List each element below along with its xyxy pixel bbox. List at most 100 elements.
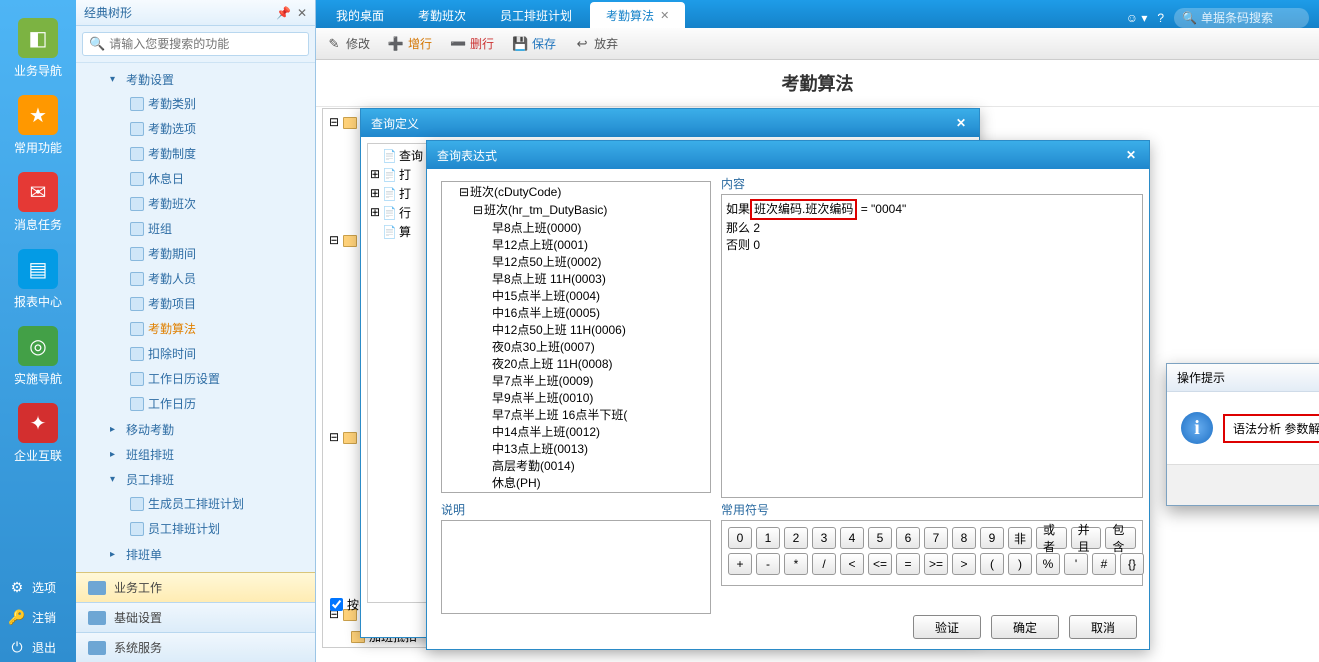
qd-label[interactable]: 查询 (399, 147, 423, 164)
top-search[interactable]: 🔍 (1174, 8, 1309, 28)
smile-icon[interactable]: ☺ ▾ (1126, 11, 1148, 25)
tree-label[interactable]: 班次(hr_tm_DutyBasic) (484, 203, 607, 217)
symbol-button[interactable]: ( (980, 553, 1004, 575)
symbol-button[interactable]: 0 (728, 527, 752, 549)
checkbox-input[interactable] (330, 598, 343, 611)
tree-leaf[interactable]: 考勤选项 (82, 117, 309, 140)
symbol-button[interactable]: 4 (840, 527, 864, 549)
tree-leaf[interactable]: 早8点上班(0000) (444, 220, 708, 237)
rail-biz-nav[interactable]: ◧业务导航 (3, 10, 73, 87)
tree-leaf[interactable]: 考勤制度 (82, 142, 309, 165)
tree-leaf[interactable]: 考勤类别 (82, 92, 309, 115)
tree-leaf[interactable]: 早12点50上班(0002) (444, 254, 708, 271)
symbol-button[interactable]: 3 (812, 527, 836, 549)
tree-bottom-biz[interactable]: 业务工作 (76, 572, 315, 602)
discard-button[interactable]: ↩放弃 (574, 35, 618, 52)
tree-leaf[interactable]: 休息日 (82, 167, 309, 190)
symbol-button[interactable]: 9 (980, 527, 1004, 549)
tree-leaf[interactable]: 早12点上班(0001) (444, 237, 708, 254)
tree-leaf[interactable]: 考勤班次 (82, 192, 309, 215)
tree-leaf[interactable]: 考勤期间 (82, 242, 309, 265)
dialog-titlebar[interactable]: 查询表达式 ✕ (427, 141, 1149, 169)
tree-leaf[interactable]: 中16点半上班(0005) (444, 305, 708, 322)
tree-node-bzpb[interactable]: ▸班组排班 (82, 443, 309, 466)
tree-leaf[interactable]: 夜20点上班 11H(0008) (444, 356, 708, 373)
tree-leaf[interactable]: 夜0点30上班(0007) (444, 339, 708, 356)
tree-node-mobile[interactable]: ▸移动考勤 (82, 418, 309, 441)
tree-leaf[interactable]: 考勤项目 (82, 292, 309, 315)
tree-leaf[interactable]: 工作日历 (82, 392, 309, 415)
top-search-input[interactable] (1201, 11, 1301, 25)
rail-ent[interactable]: ✦企业互联 (3, 395, 73, 472)
symbol-button[interactable]: 6 (896, 527, 920, 549)
tree-node-pbd[interactable]: ▸排班单 (82, 543, 309, 566)
rail-options[interactable]: ⚙选项 (0, 572, 76, 602)
tab-desktop[interactable]: 我的桌面 (320, 2, 400, 28)
symbol-button[interactable]: 非 (1008, 527, 1032, 549)
tree-leaf[interactable]: 扣除时间 (82, 342, 309, 365)
tree-leaf[interactable]: 高层考勤(0014) (444, 458, 708, 475)
cancel-button[interactable]: 取消 (1069, 615, 1137, 639)
qd-label[interactable]: 行 (399, 204, 411, 221)
tree-leaf[interactable]: 中13点上班(0013) (444, 441, 708, 458)
tree-node-ygpb[interactable]: ▾员工排班 (82, 468, 309, 491)
close-icon[interactable]: ✕ (1123, 147, 1139, 163)
ok-button[interactable]: 确定 (991, 615, 1059, 639)
tree-leaf[interactable]: 中12点50上班 11H(0006) (444, 322, 708, 339)
rail-logout[interactable]: 🔑注销 (0, 602, 76, 632)
tree-leaf[interactable]: 早8点上班 11H(0003) (444, 271, 708, 288)
expr-tree[interactable]: ⊟班次(cDutyCode) ⊟班次(hr_tm_DutyBasic) 早8点上… (441, 181, 711, 493)
symbol-button[interactable]: - (756, 553, 780, 575)
symbol-button[interactable]: 7 (924, 527, 948, 549)
symbol-button[interactable]: 8 (952, 527, 976, 549)
symbol-button[interactable]: <= (868, 553, 892, 575)
symbol-button[interactable]: < (840, 553, 864, 575)
symbol-button[interactable]: > (952, 553, 976, 575)
rail-exit[interactable]: ⏻退出 (0, 632, 76, 662)
search-box[interactable]: 🔍 (82, 32, 309, 56)
verify-button[interactable]: 验证 (913, 615, 981, 639)
symbol-button[interactable]: ) (1008, 553, 1032, 575)
tree-leaf[interactable]: 早7点半上班 16点半下班( (444, 407, 708, 424)
symbol-button[interactable]: 或者 (1036, 527, 1067, 549)
rail-msg[interactable]: ✉消息任务 (3, 164, 73, 241)
symbol-button[interactable]: = (896, 553, 920, 575)
tab-kqsf[interactable]: 考勤算法✕ (590, 2, 685, 28)
save-button[interactable]: 💾保存 (512, 35, 556, 52)
modify-button[interactable]: ✎修改 (326, 35, 370, 52)
qd-label[interactable]: 打 (399, 166, 411, 183)
search-input[interactable] (109, 37, 302, 51)
tree-leaf[interactable]: 考勤算法 (82, 317, 309, 340)
tab-close-icon[interactable]: ✕ (660, 9, 669, 22)
tree-leaf[interactable]: 中15点半上班(0004) (444, 288, 708, 305)
symbol-button[interactable]: + (728, 553, 752, 575)
symbol-button[interactable]: # (1092, 553, 1116, 575)
tree-leaf[interactable]: 早9点半上班(0010) (444, 390, 708, 407)
tree-leaf[interactable]: 员工排班计划 (82, 517, 309, 540)
tree-leaf[interactable]: 考勤人员 (82, 267, 309, 290)
tree-leaf[interactable]: 休息(PH) (444, 475, 708, 492)
tree-leaf[interactable]: 班组 (82, 217, 309, 240)
pin-icon[interactable]: 📌 (276, 6, 291, 20)
tab-kqbc[interactable]: 考勤班次 (402, 2, 482, 28)
qd-label[interactable]: 打 (399, 185, 411, 202)
tree-bottom-base[interactable]: 基础设置 (76, 602, 315, 632)
dialog-titlebar[interactable]: 查询定义 ✕ (361, 109, 979, 137)
tree-leaf[interactable]: 早7点半上班(0009) (444, 373, 708, 390)
msgbox-titlebar[interactable]: 操作提示 ✕ (1167, 364, 1319, 392)
delrow-button[interactable]: ➖删行 (450, 35, 494, 52)
close-icon[interactable]: ✕ (953, 115, 969, 131)
tab-ygpb[interactable]: 员工排班计划 (484, 2, 588, 28)
symbol-button[interactable]: * (784, 553, 808, 575)
tree-label[interactable]: 班次(cDutyCode) (470, 185, 561, 199)
symbol-button[interactable]: 包含 (1105, 527, 1136, 549)
symbol-button[interactable]: / (812, 553, 836, 575)
tree-bottom-sys[interactable]: 系统服务 (76, 632, 315, 662)
symbol-button[interactable]: 5 (868, 527, 892, 549)
symbol-button[interactable]: 2 (784, 527, 808, 549)
tree-leaf[interactable]: 中14点半上班(0012) (444, 424, 708, 441)
symbol-button[interactable]: % (1036, 553, 1060, 575)
rail-report[interactable]: ▤报表中心 (3, 241, 73, 318)
symbol-button[interactable]: {} (1120, 553, 1144, 575)
rail-impl[interactable]: ◎实施导航 (3, 318, 73, 395)
